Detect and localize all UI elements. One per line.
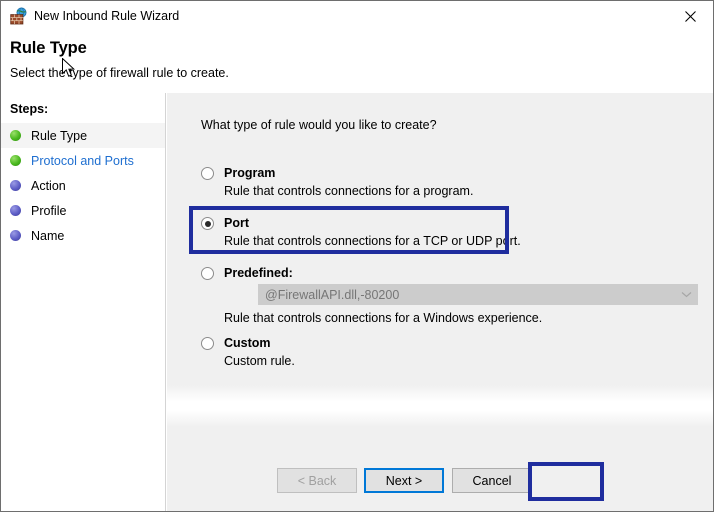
steps-heading: Steps: (10, 102, 49, 116)
step-bullet-icon (10, 230, 21, 241)
radio-icon[interactable] (201, 217, 214, 230)
content-question: What type of rule would you like to crea… (201, 118, 437, 132)
option-title: Custom (224, 336, 271, 350)
radio-icon[interactable] (201, 267, 214, 280)
option-description: Rule that controls connections for a TCP… (224, 234, 521, 248)
option-description: Rule that controls connections for a pro… (224, 184, 474, 198)
content-pane: What type of rule would you like to crea… (167, 93, 713, 385)
chevron-down-icon (675, 291, 697, 298)
step-bullet-icon (10, 130, 21, 141)
step-bullet-icon (10, 155, 21, 166)
section-divider-band (167, 385, 713, 427)
step-bullet-icon (10, 205, 21, 216)
sidebar-item-profile[interactable]: Profile (1, 198, 165, 223)
predefined-combobox: @FirewallAPI.dll,-80200 (258, 284, 698, 305)
title-bar: New Inbound Rule Wizard (1, 1, 713, 31)
option-description: Custom rule. (224, 354, 295, 368)
sidebar-item-label: Action (31, 178, 66, 193)
sidebar-item-label: Name (31, 228, 65, 243)
window-title: New Inbound Rule Wizard (34, 9, 180, 23)
sidebar-item-label[interactable]: Protocol and Ports (31, 154, 134, 168)
wizard-window: New Inbound Rule Wizard Rule Type Select… (0, 0, 714, 512)
steps-sidebar: Steps: Rule Type Protocol and Ports Acti… (1, 93, 166, 511)
predefined-combobox-value: @FirewallAPI.dll,-80200 (265, 287, 400, 302)
back-button[interactable]: < Back (277, 468, 357, 493)
sidebar-item-label: Rule Type (31, 128, 88, 143)
option-title: Port (224, 216, 249, 230)
sidebar-item-name[interactable]: Name (1, 223, 165, 248)
sidebar-item-label: Profile (31, 203, 67, 218)
sidebar-item-protocol-and-ports[interactable]: Protocol and Ports (1, 148, 165, 173)
step-bullet-icon (10, 180, 21, 191)
wizard-header: Rule Type Select the type of firewall ru… (1, 31, 713, 93)
sidebar-item-action[interactable]: Action (1, 173, 165, 198)
steps-list: Rule Type Protocol and Ports Action Prof… (1, 123, 165, 248)
option-title: Program (224, 166, 276, 180)
radio-icon[interactable] (201, 167, 214, 180)
sidebar-item-rule-type[interactable]: Rule Type (1, 123, 165, 148)
button-bar: < Back Next > Cancel (167, 427, 713, 511)
cancel-button[interactable]: Cancel (452, 468, 532, 493)
option-title: Predefined: (224, 266, 293, 280)
close-icon[interactable] (667, 1, 713, 31)
page-subtitle: Select the type of firewall rule to crea… (10, 66, 229, 80)
radio-icon[interactable] (201, 337, 214, 350)
page-title: Rule Type (10, 39, 87, 57)
next-button[interactable]: Next > (364, 468, 444, 493)
option-description: Rule that controls connections for a Win… (224, 311, 543, 325)
firewall-icon (10, 7, 28, 25)
